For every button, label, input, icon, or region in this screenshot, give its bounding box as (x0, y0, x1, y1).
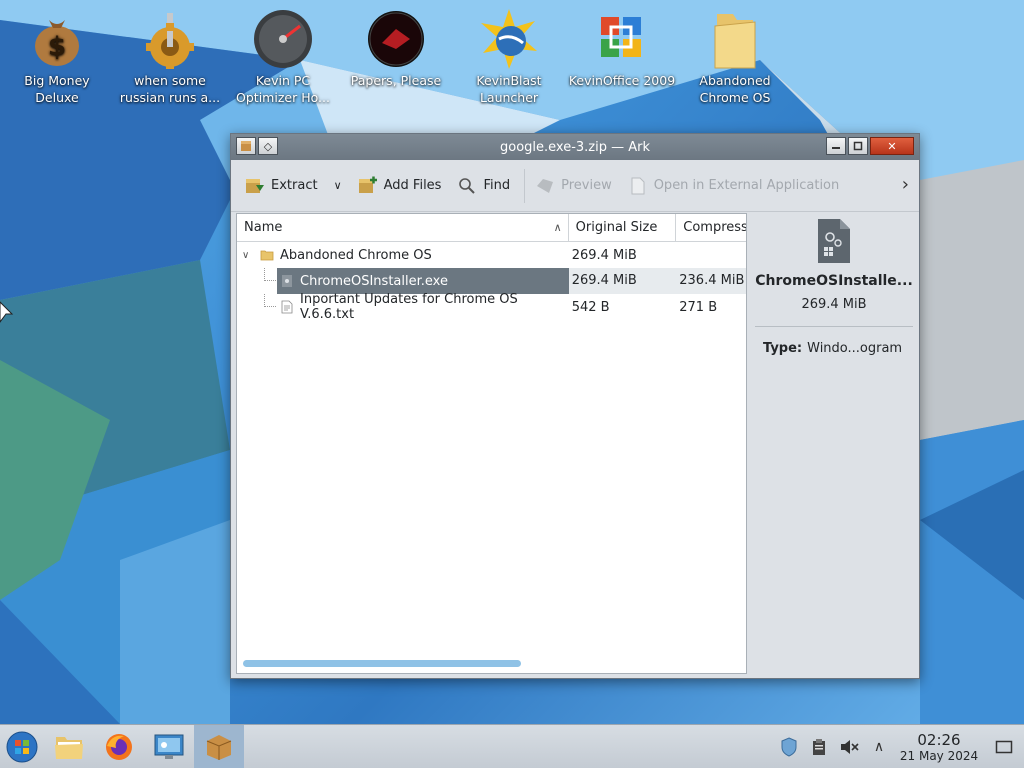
svg-text:$: $ (48, 32, 66, 62)
row-compressed-size: 236.4 MiB (676, 268, 746, 294)
clipboard-icon[interactable] (804, 738, 834, 756)
preview-icon (535, 176, 555, 196)
folder-icon (703, 6, 767, 72)
taskbar-file-manager[interactable] (44, 725, 94, 768)
volume-muted-icon[interactable] (834, 738, 864, 756)
firefox-icon (106, 733, 132, 760)
open-external-button[interactable]: Open in External Application (628, 171, 839, 201)
taskbar-ark[interactable] (194, 724, 244, 768)
minimize-icon[interactable] (826, 137, 846, 155)
details-type: Type: Windo...ogram (753, 341, 915, 356)
system-settings-icon (154, 734, 184, 759)
search-icon (457, 176, 477, 196)
mouse-cursor (0, 301, 14, 323)
ark-box-icon (206, 734, 232, 760)
taskbar: ∧ 02:26 21 May 2024 (0, 724, 1024, 768)
clock-time: 02:26 (917, 730, 961, 749)
tree-branch-line (264, 268, 276, 281)
toolbar-separator (524, 168, 526, 203)
chevron-right-icon[interactable]: › (902, 174, 909, 195)
details-panel: ChromeOSInstalle... 269.4 MiB Type: Windo… (753, 213, 915, 674)
window-title: google.exe-3.zip — Ark (499, 139, 651, 155)
globe-icon (477, 6, 541, 72)
desktop-icon-russian[interactable]: when some russian runs a... (114, 6, 226, 118)
open-external-icon (628, 176, 648, 196)
window-titlebar[interactable]: ◇ google.exe-3.zip — Ark ✕ (231, 134, 919, 160)
office-icon (590, 6, 654, 72)
row-original-size: 269.4 MiB (568, 268, 677, 294)
add-files-button[interactable]: Add Files (358, 171, 441, 201)
column-header-name[interactable]: Name ∧ (237, 214, 569, 242)
show-desktop-icon[interactable] (984, 739, 1024, 755)
column-header-compressed[interactable]: Compress (676, 214, 746, 242)
gauge-icon (251, 6, 315, 72)
table-row[interactable]: Inportant Updates for Chrome OS V.6.6.tx… (237, 292, 746, 322)
start-menu-button[interactable] (0, 725, 44, 768)
papers-please-icon (364, 6, 428, 72)
details-file-size: 269.4 MiB (801, 297, 867, 312)
extract-button[interactable]: Extract ∨ (245, 171, 342, 201)
column-header-original-size[interactable]: Original Size (569, 214, 677, 242)
clock[interactable]: 02:26 21 May 2024 (894, 730, 984, 763)
executable-file-icon (281, 274, 293, 288)
table-row[interactable]: ∨ Abandoned Chrome OS 269.4 MiB (237, 242, 746, 268)
archive-file-list[interactable]: Name ∧ Original Size Compress ∨ Abandone… (236, 213, 747, 674)
gear-icon (138, 6, 202, 72)
add-files-icon (358, 176, 378, 196)
desktop-icon-kevinoffice-2009[interactable]: KevinOffice 2009 (566, 6, 678, 118)
maximize-icon[interactable] (848, 137, 868, 155)
preview-button[interactable]: Preview (535, 171, 612, 201)
sort-ascending-icon: ∧ (553, 221, 562, 234)
row-original-size: 542 B (571, 299, 610, 315)
tree-branch-line (264, 294, 276, 307)
chevron-up-icon[interactable]: ∧ (864, 739, 894, 755)
executable-file-icon (814, 217, 854, 265)
chevron-down-icon[interactable]: ∨ (334, 179, 342, 192)
start-orb-icon (6, 731, 38, 762)
row-compressed-size: 271 B (679, 299, 718, 315)
row-name: Inportant Updates for Chrome OS V.6.6.tx… (300, 292, 518, 322)
row-name: ChromeOSInstaller.exe (300, 273, 448, 289)
horizontal-scrollbar[interactable] (243, 660, 521, 667)
ark-window: ◇ google.exe-3.zip — Ark ✕ Extract ∨ Add… (230, 133, 920, 679)
system-tray: ∧ 02:26 21 May 2024 (774, 725, 1024, 768)
find-button[interactable]: Find (457, 171, 510, 201)
clock-date: 21 May 2024 (899, 748, 979, 763)
taskbar-system-settings[interactable] (144, 725, 194, 768)
vault-icon[interactable] (774, 737, 804, 757)
file-list-header: Name ∧ Original Size Compress (237, 214, 746, 242)
details-type-label: Type: (763, 341, 803, 356)
desktop-icon-papers-please[interactable]: Papers, Please (340, 6, 452, 118)
details-type-value: Windo...ogram (807, 341, 903, 356)
folder-icon (260, 248, 274, 262)
desktop-icon-kevinblast-launcher[interactable]: KevinBlast Launcher (453, 6, 565, 118)
folder-icon (55, 736, 83, 759)
expand-arrow-icon[interactable]: ∨ (242, 250, 256, 261)
taskbar-firefox[interactable] (94, 725, 144, 768)
desktop-icon-abandoned-chrome-os[interactable]: Abandoned Chrome OS (679, 6, 791, 118)
extract-icon (245, 176, 265, 196)
table-row-selected[interactable]: ChromeOSInstaller.exe 269.4 MiB 236.4 Mi… (237, 268, 746, 294)
row-original-size: 269.4 MiB (571, 247, 637, 263)
money-bag-icon: $ (25, 6, 89, 72)
desktop-icon-big-money-deluxe[interactable]: $ Big Money Deluxe (1, 6, 113, 118)
details-file-name: ChromeOSInstalle... (755, 273, 913, 289)
desktop-icon-kevin-pc-optimizer[interactable]: Kevin PC Optimizer Ho... (227, 6, 339, 118)
main-toolbar: Extract ∨ Add Files Find Preview Open in… (231, 160, 919, 212)
close-icon[interactable]: ✕ (870, 137, 914, 155)
text-file-icon (281, 300, 293, 314)
row-name: Abandoned Chrome OS (280, 247, 432, 263)
details-divider (755, 326, 913, 327)
